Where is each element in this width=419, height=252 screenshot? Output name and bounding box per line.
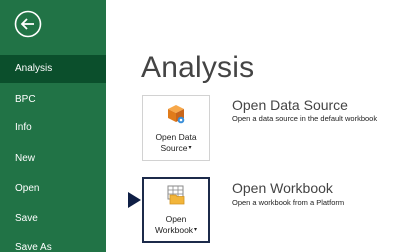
workbook-icon: [165, 184, 187, 211]
sidebar-item-open[interactable]: Open: [0, 175, 106, 203]
sidebar-item-analysis[interactable]: Analysis: [0, 55, 106, 83]
page-title: Analysis: [141, 51, 255, 84]
sidebar-item-bpc[interactable]: BPC: [0, 86, 106, 114]
sidebar-item-save-as[interactable]: Save As: [0, 234, 106, 252]
tile-label-line2: Workbook▾: [144, 225, 208, 236]
sidebar-item-new[interactable]: New: [0, 145, 106, 173]
back-arrow-icon[interactable]: [14, 10, 42, 38]
open-data-source-description: Open a data source in the default workbo…: [232, 114, 378, 123]
sidebar-item-save[interactable]: Save: [0, 205, 106, 233]
sidebar-item-info[interactable]: Info: [0, 114, 106, 142]
pointer-arrow-icon: [128, 192, 141, 213]
data-source-icon: [165, 103, 187, 130]
chevron-down-icon: ▾: [188, 145, 192, 152]
tile-label-workbook: Workbook: [154, 225, 194, 235]
open-data-source-button[interactable]: Open Data Source▾: [142, 95, 210, 161]
open-workbook-button[interactable]: Open Workbook▾: [142, 177, 210, 243]
tile-label-line1: Open: [165, 214, 187, 224]
chevron-down-icon: ▾: [194, 227, 198, 234]
open-data-source-title: Open Data Source: [232, 97, 348, 113]
open-workbook-description: Open a workbook from a Platform: [232, 198, 345, 207]
tile-label-line1: Open Data: [155, 132, 197, 142]
tile-label-line2: Source▾: [143, 143, 209, 154]
tile-label-source: Source: [160, 143, 188, 153]
open-workbook-title: Open Workbook: [232, 180, 333, 196]
sidebar: Analysis BPC Info New Open Save Save As: [0, 0, 106, 252]
